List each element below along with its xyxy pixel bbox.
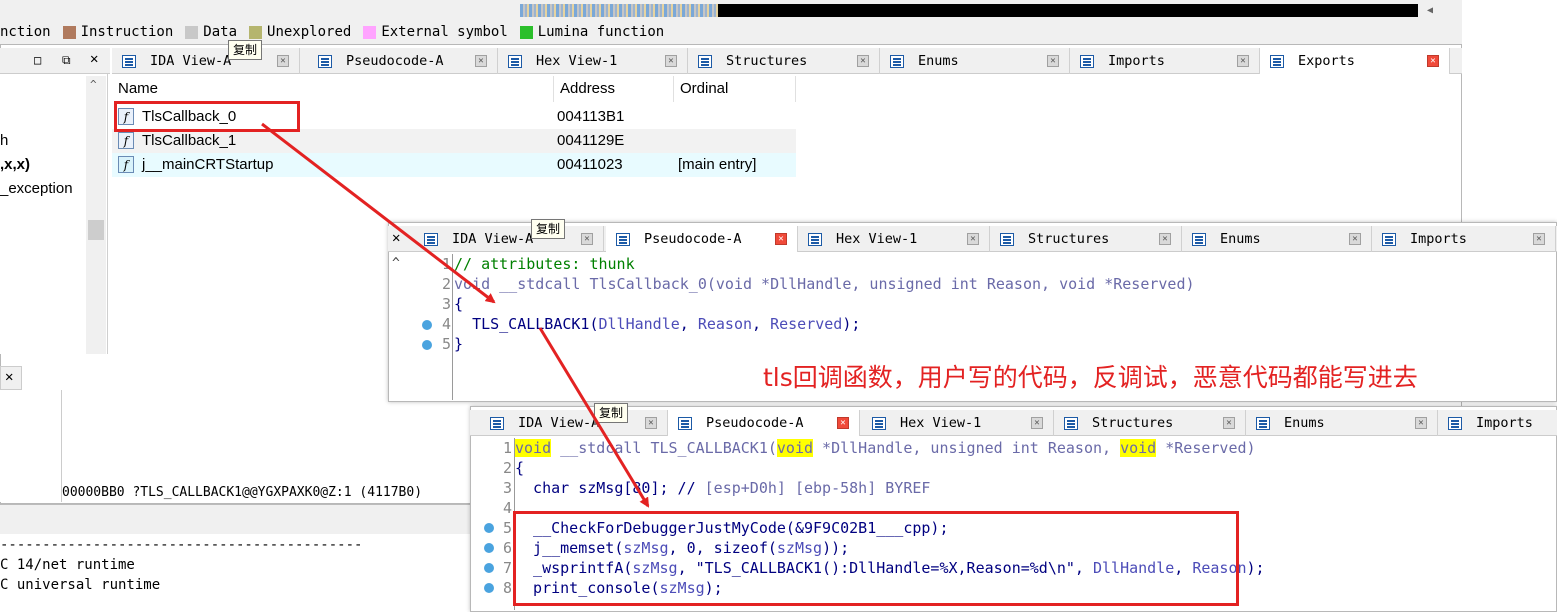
- arrow-to-tlscallback-pseudocode: [261, 122, 496, 304]
- arrow-to-callback-body: [538, 327, 650, 508]
- annotation-arrows: [261, 122, 650, 508]
